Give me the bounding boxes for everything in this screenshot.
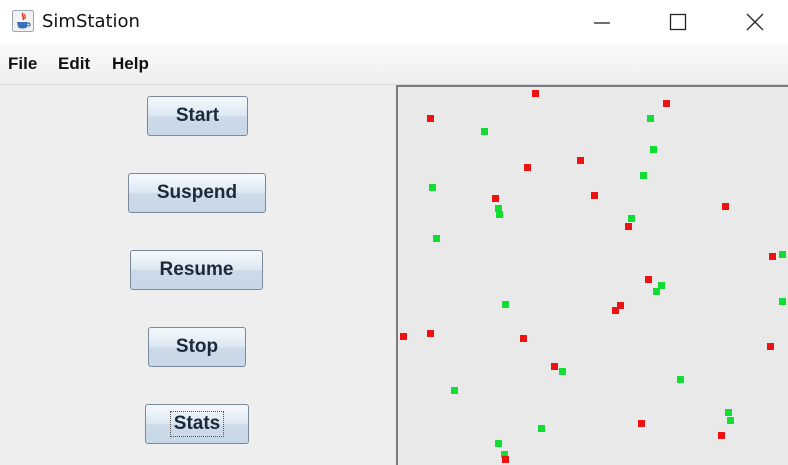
red-agent [492, 195, 499, 202]
resume-button[interactable]: Resume [130, 250, 263, 290]
red-agent [532, 90, 539, 97]
red-agent [551, 363, 558, 370]
control-panel: Start Suspend Resume Stop Stats [0, 85, 396, 465]
close-icon [746, 13, 764, 31]
minimize-button[interactable] [574, 0, 630, 44]
green-agent [727, 417, 734, 424]
green-agent [647, 115, 654, 122]
red-agent [427, 115, 434, 122]
menu-bar: File Edit Help [0, 44, 788, 85]
minimize-icon [594, 22, 610, 24]
green-agent [779, 251, 786, 258]
green-agent [650, 146, 657, 153]
menu-file[interactable]: File [8, 54, 37, 74]
green-agent [481, 128, 488, 135]
stop-button[interactable]: Stop [148, 327, 246, 367]
green-agent [538, 425, 545, 432]
title-bar: SimStation [0, 0, 788, 44]
green-agent [628, 215, 635, 222]
menu-help[interactable]: Help [112, 54, 149, 74]
green-agent [559, 368, 566, 375]
window-title: SimStation [42, 11, 140, 32]
red-agent [577, 157, 584, 164]
red-agent [520, 335, 527, 342]
red-agent [591, 192, 598, 199]
maximize-button[interactable] [650, 0, 706, 44]
red-agent [400, 333, 407, 340]
resume-button-label: Resume [159, 259, 234, 280]
red-agent [663, 100, 670, 107]
suspend-button-label: Suspend [156, 182, 238, 203]
green-agent [653, 288, 660, 295]
stats-button-label: Stats [169, 411, 225, 437]
red-agent [625, 223, 632, 230]
green-agent [677, 376, 684, 383]
red-agent [524, 164, 531, 171]
green-agent [779, 298, 786, 305]
green-agent [433, 235, 440, 242]
suspend-button[interactable]: Suspend [128, 173, 266, 213]
start-button[interactable]: Start [147, 96, 248, 136]
green-agent [640, 172, 647, 179]
close-button[interactable] [727, 0, 783, 44]
simulation-canvas [396, 85, 788, 465]
red-agent [427, 330, 434, 337]
java-coffee-cup-icon [12, 10, 34, 32]
green-agent [496, 211, 503, 218]
green-agent [451, 387, 458, 394]
red-agent [612, 307, 619, 314]
start-button-label: Start [175, 105, 220, 126]
red-agent [769, 253, 776, 260]
red-agent [645, 276, 652, 283]
maximize-icon [669, 13, 687, 31]
green-agent [725, 409, 732, 416]
green-agent [495, 440, 502, 447]
red-agent [722, 203, 729, 210]
red-agent [502, 456, 509, 463]
red-agent [767, 343, 774, 350]
stats-button[interactable]: Stats [145, 404, 249, 444]
red-agent [638, 420, 645, 427]
menu-edit[interactable]: Edit [58, 54, 90, 74]
green-agent [502, 301, 509, 308]
stop-button-label: Stop [175, 336, 219, 357]
green-agent [429, 184, 436, 191]
red-agent [718, 432, 725, 439]
